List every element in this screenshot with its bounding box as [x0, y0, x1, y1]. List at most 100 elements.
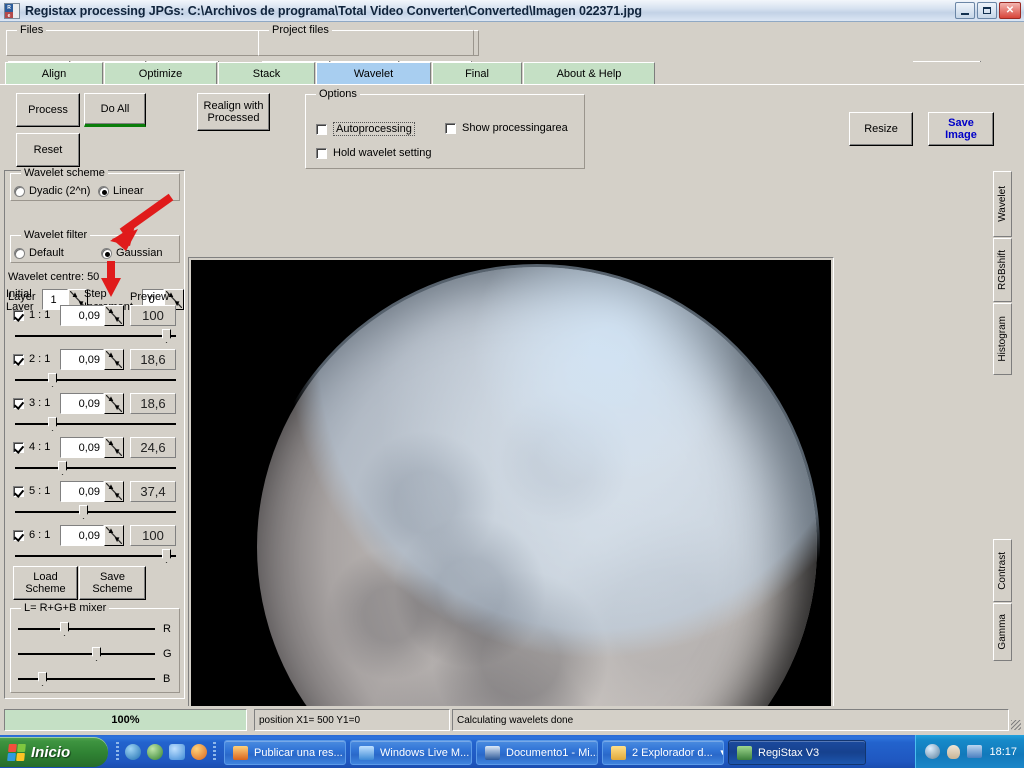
- resize-button[interactable]: Resize: [849, 112, 913, 146]
- layer-5-slider-thumb[interactable]: [79, 505, 88, 519]
- autoprocessing-checkbox[interactable]: [316, 123, 327, 135]
- minimize-button[interactable]: [955, 2, 975, 19]
- layer-6-value-input[interactable]: 0,09: [60, 525, 104, 546]
- taskbar-button-1[interactable]: Windows Live M...: [350, 740, 472, 765]
- save-scheme-button[interactable]: Save Scheme: [79, 566, 146, 600]
- radio-dyadic[interactable]: Dyadic (2^n): [14, 185, 90, 197]
- mixer-G-slider[interactable]: [18, 647, 155, 661]
- gaussian-filter-radio[interactable]: [101, 247, 112, 259]
- layer-1-toggle[interactable]: 1 : 1: [13, 309, 50, 321]
- realign-with-processed-button[interactable]: Realign with Processed: [197, 93, 270, 131]
- tab-optimize[interactable]: Optimize: [104, 62, 217, 84]
- default-filter-radio[interactable]: [14, 247, 25, 259]
- layer-5-spinner[interactable]: ▲ ▼: [104, 481, 124, 502]
- taskbar-clock[interactable]: 18:17: [989, 746, 1017, 758]
- layer-5-value-input[interactable]: 0,09: [60, 481, 104, 502]
- restore-button[interactable]: [977, 2, 997, 19]
- taskbar-button-2[interactable]: Documento1 - Mi...: [476, 740, 598, 765]
- mixer-G-slider-thumb[interactable]: [92, 647, 101, 661]
- layer-1-slider[interactable]: [15, 329, 176, 343]
- radio-default-filter[interactable]: Default: [14, 247, 64, 259]
- layer-2-spinner[interactable]: ▲ ▼: [104, 349, 124, 370]
- layer-6-toggle[interactable]: 6 : 1: [13, 529, 50, 541]
- messenger-icon[interactable]: [169, 743, 185, 760]
- side-tab-gamma[interactable]: Gamma: [993, 603, 1012, 661]
- layer-3-value-input[interactable]: 0,09: [60, 393, 104, 414]
- mixer-R-slider[interactable]: [18, 622, 155, 636]
- layer-2-value-input[interactable]: 0,09: [60, 349, 104, 370]
- option-hold-wavelet-setting[interactable]: Hold wavelet setting: [316, 147, 431, 159]
- taskbar-button-3[interactable]: 2 Explorador d... ▼: [602, 740, 724, 765]
- tab-about-help[interactable]: About & Help: [523, 62, 655, 84]
- layer-6-spinner[interactable]: ▲ ▼: [104, 525, 124, 546]
- media-player-icon[interactable]: [147, 743, 163, 760]
- linear-radio[interactable]: [98, 185, 109, 197]
- chevron-down-icon[interactable]: ▼: [719, 748, 723, 757]
- layer-2-checkbox[interactable]: [13, 353, 24, 365]
- tab-final[interactable]: Final: [432, 62, 522, 84]
- tab-wavelet[interactable]: Wavelet: [316, 62, 431, 84]
- side-tab-contrast-label: Contrast: [997, 551, 1008, 590]
- layer-2-slider[interactable]: [15, 373, 176, 387]
- layer-4-slider[interactable]: [15, 461, 176, 475]
- layer-3-spinner[interactable]: ▲ ▼: [104, 393, 124, 414]
- radio-gaussian-filter[interactable]: Gaussian: [101, 247, 162, 259]
- layer-5-toggle[interactable]: 5 : 1: [13, 485, 50, 497]
- radio-linear[interactable]: Linear: [98, 185, 144, 197]
- side-tab-histogram[interactable]: Histogram: [993, 303, 1012, 375]
- layer-1-slider-thumb[interactable]: [162, 329, 171, 343]
- reset-button[interactable]: Reset: [16, 133, 80, 167]
- user-account-icon[interactable]: [947, 744, 961, 759]
- start-button[interactable]: Inicio: [0, 737, 108, 767]
- layer-6-slider-thumb[interactable]: [162, 549, 171, 563]
- back-arrow-icon[interactable]: [925, 744, 941, 759]
- layer-5-checkbox[interactable]: [13, 485, 24, 497]
- do-all-button[interactable]: Do All: [84, 93, 146, 127]
- quick-launch-grip[interactable]: [116, 741, 119, 762]
- layer-3-toggle[interactable]: 3 : 1: [13, 397, 50, 409]
- show-desktop-icon[interactable]: [125, 743, 141, 760]
- layer-6-checkbox[interactable]: [13, 529, 24, 541]
- tab-stack[interactable]: Stack: [218, 62, 315, 84]
- side-tab-rgbshift[interactable]: RGBshift: [993, 238, 1012, 302]
- moon-image-canvas[interactable]: [191, 260, 831, 741]
- side-tab-wavelet[interactable]: Wavelet: [993, 171, 1012, 237]
- close-button[interactable]: ✕: [999, 2, 1021, 19]
- layer-4-checkbox[interactable]: [13, 441, 24, 453]
- layer-5-label: 5 : 1: [29, 485, 51, 497]
- firefox-icon[interactable]: [191, 743, 207, 760]
- network-icon[interactable]: [967, 745, 983, 758]
- dyadic-radio[interactable]: [14, 185, 25, 197]
- layer-2-toggle[interactable]: 2 : 1: [13, 353, 50, 365]
- layer-3-slider[interactable]: [15, 417, 176, 431]
- resize-grip[interactable]: [1011, 720, 1021, 730]
- layer-6-slider[interactable]: [15, 549, 176, 563]
- taskbar-button-4[interactable]: RegiStax V3: [728, 740, 866, 765]
- process-button[interactable]: Process: [16, 93, 80, 127]
- taskbar-button-0[interactable]: Publicar una res...: [224, 740, 346, 765]
- layer-1-spinner[interactable]: ▲ ▼: [104, 305, 124, 326]
- layer-4-spinner[interactable]: ▲ ▼: [104, 437, 124, 458]
- hold-wavelet-setting-checkbox[interactable]: [316, 147, 327, 159]
- mixer-B-slider-thumb[interactable]: [38, 672, 47, 686]
- layer-2-slider-thumb[interactable]: [48, 373, 57, 387]
- side-tab-contrast[interactable]: Contrast: [993, 539, 1012, 602]
- quick-launch-grip-end[interactable]: [213, 741, 216, 762]
- option-autoprocessing[interactable]: Autoprocessing: [316, 122, 415, 136]
- mixer-B-slider[interactable]: [18, 672, 155, 686]
- show-processing-area-checkbox[interactable]: [445, 122, 456, 134]
- mixer-R-slider-thumb[interactable]: [60, 622, 69, 636]
- image-preview-frame[interactable]: [188, 257, 834, 744]
- save-image-button[interactable]: Save Image: [928, 112, 994, 146]
- layer-4-toggle[interactable]: 4 : 1: [13, 441, 50, 453]
- layer-5-slider[interactable]: [15, 505, 176, 519]
- layer-3-checkbox[interactable]: [13, 397, 24, 409]
- tab-align[interactable]: Align: [5, 62, 103, 84]
- layer-1-value-input[interactable]: 0,09: [60, 305, 104, 326]
- layer-1-checkbox[interactable]: [13, 309, 24, 321]
- layer-4-value-input[interactable]: 0,09: [60, 437, 104, 458]
- load-scheme-button[interactable]: Load Scheme: [13, 566, 78, 600]
- layer-4-slider-thumb[interactable]: [58, 461, 67, 475]
- layer-3-slider-thumb[interactable]: [48, 417, 57, 431]
- option-show-processing-area[interactable]: Show processingarea: [445, 122, 568, 134]
